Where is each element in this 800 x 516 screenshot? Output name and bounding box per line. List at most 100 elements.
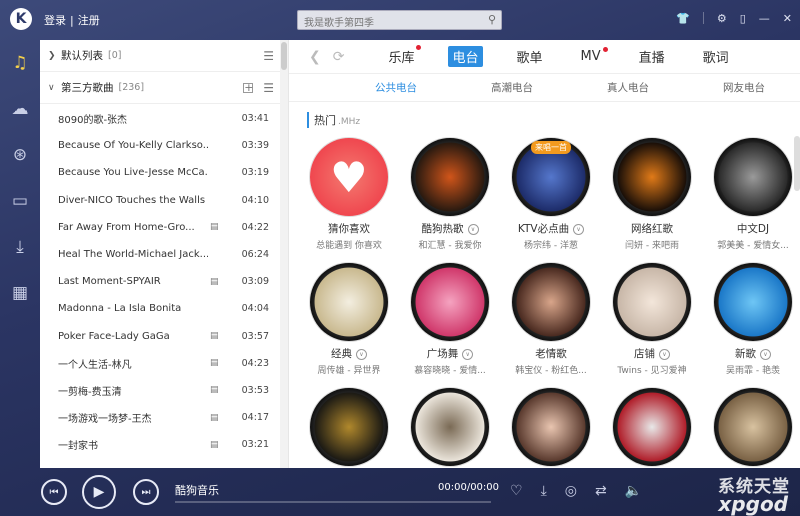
- playlist-scrollbar[interactable]: [280, 40, 288, 468]
- play-icon[interactable]: ▶: [82, 475, 116, 509]
- station-card[interactable]: 来唱一首 KTV必点曲 ∨ 杨宗纬 - 洋葱: [505, 138, 597, 251]
- third-party-header[interactable]: ∨ 第三方歌曲 [236] + ☰: [40, 72, 288, 104]
- station-card[interactable]: 经典 ∨ 周传雄 - 异世界: [303, 263, 395, 376]
- tab-5[interactable]: 歌词: [699, 46, 733, 67]
- song-row[interactable]: Diver-NICO Touches the Walls 04:10: [40, 187, 281, 214]
- subtab-0[interactable]: 公共电台: [375, 80, 417, 95]
- song-row[interactable]: Poker Face-Lady GaGa ▤ 03:57: [40, 323, 281, 350]
- tab-1[interactable]: 电台: [448, 46, 483, 67]
- station-card[interactable]: ♥ 猜你喜欢 总能遇到 你喜欢: [303, 138, 395, 251]
- station-cover[interactable]: [512, 388, 590, 466]
- station-card[interactable]: 店铺 ∨ Twins - 见习爱神: [606, 263, 698, 376]
- mv-film-icon[interactable]: ▤: [210, 385, 224, 395]
- song-row[interactable]: 8090的歌-张杰 03:41: [40, 105, 281, 132]
- station-card[interactable]: [404, 388, 496, 466]
- tab-2[interactable]: 歌单: [513, 46, 547, 67]
- scrollbar-thumb[interactable]: [281, 42, 287, 70]
- subtab-2[interactable]: 真人电台: [607, 80, 649, 95]
- station-cover[interactable]: [613, 263, 691, 341]
- chevron-down-icon[interactable]: ∨: [760, 348, 771, 360]
- register-link[interactable]: 注册: [78, 14, 100, 27]
- kugou-logo-icon[interactable]: K: [10, 8, 32, 30]
- song-row[interactable]: 一场游戏一场梦-王杰 ▤ 04:17: [40, 404, 281, 431]
- mini-mode-icon[interactable]: ▯: [740, 12, 746, 25]
- next-icon[interactable]: ⏭: [133, 479, 159, 505]
- chevron-down-icon[interactable]: ∨: [48, 83, 58, 93]
- station-card[interactable]: [707, 388, 799, 466]
- station-card[interactable]: [606, 388, 698, 466]
- station-card[interactable]: 新歌 ∨ 吴雨霏 - 艳羡: [707, 263, 799, 376]
- station-cover[interactable]: [310, 388, 388, 466]
- back-icon[interactable]: ❮: [309, 49, 321, 65]
- station-card[interactable]: 广场舞 ∨ 慕容晓晓 - 爱情...: [404, 263, 496, 376]
- minimize-icon[interactable]: —: [759, 12, 770, 25]
- station-card[interactable]: 酷狗热歌 ∨ 和汇慧 - 我爱你: [404, 138, 496, 251]
- station-cover[interactable]: [411, 138, 489, 216]
- chevron-down-icon[interactable]: ∨: [659, 348, 670, 360]
- song-row[interactable]: 一剪梅-费玉清 ▤ 03:53: [40, 377, 281, 404]
- song-row[interactable]: Far Away From Home-Gro... ▤ 04:22: [40, 214, 281, 241]
- refresh-icon[interactable]: ⟳: [333, 49, 345, 65]
- cloud-icon[interactable]: ☁: [0, 86, 40, 132]
- sound-effect-icon[interactable]: ◎: [565, 483, 577, 499]
- chevron-right-icon[interactable]: ❯: [48, 51, 58, 61]
- chevron-down-icon[interactable]: ∨: [467, 223, 479, 235]
- station-card[interactable]: [505, 388, 597, 466]
- download-icon[interactable]: ⤓: [541, 483, 547, 499]
- search-input[interactable]: [298, 14, 478, 33]
- chevron-down-icon[interactable]: ∨: [462, 348, 474, 360]
- tab-0[interactable]: 乐库: [384, 45, 422, 67]
- download-icon[interactable]: ⤓: [0, 224, 40, 270]
- default-list-header[interactable]: ❯ 默认列表 [0] ☰: [40, 40, 288, 72]
- volume-icon[interactable]: 🔈: [625, 483, 642, 499]
- radio-antenna-icon[interactable]: ⊛: [0, 132, 40, 178]
- station-cover[interactable]: [714, 263, 792, 341]
- loop-mode-icon[interactable]: ⇄: [595, 483, 607, 499]
- menu-icon[interactable]: ☰: [263, 81, 274, 95]
- song-row[interactable]: Last Moment-SPYAIR ▤ 03:09: [40, 268, 281, 295]
- mv-film-icon[interactable]: ▤: [210, 222, 224, 232]
- device-icon[interactable]: ▭: [0, 178, 40, 224]
- station-cover[interactable]: [714, 138, 792, 216]
- song-row[interactable]: Madonna - La Isla Bonita 04:04: [40, 295, 281, 322]
- station-card[interactable]: 中文DJ 郭美美 - 爱情女...: [707, 138, 799, 251]
- mv-film-icon[interactable]: ▤: [210, 440, 224, 450]
- heart-disc-icon[interactable]: ♥: [310, 138, 388, 216]
- settings-gear-icon[interactable]: ⚙: [717, 12, 727, 25]
- station-card[interactable]: 网络红歌 闫妍 - 来吧雨: [606, 138, 698, 251]
- station-cover[interactable]: [310, 263, 388, 341]
- tab-3[interactable]: MV: [577, 47, 608, 65]
- song-row[interactable]: Because You Live-Jesse McCa... 03:19: [40, 159, 281, 186]
- station-card[interactable]: 老情歌 韩宝仪 - 粉红色...: [505, 263, 597, 376]
- subtab-3[interactable]: 网友电台: [723, 80, 765, 95]
- heart-icon[interactable]: ♡: [510, 483, 523, 499]
- station-cover[interactable]: [613, 138, 691, 216]
- login-link[interactable]: 登录: [44, 14, 66, 27]
- previous-icon[interactable]: ⏮: [41, 479, 67, 505]
- menu-icon[interactable]: ☰: [263, 49, 274, 63]
- station-cover[interactable]: [512, 263, 590, 341]
- chevron-down-icon[interactable]: ∨: [356, 348, 367, 360]
- mv-film-icon[interactable]: ▤: [210, 331, 224, 341]
- apps-grid-icon[interactable]: ▦: [0, 270, 40, 316]
- search-icon[interactable]: ⚲: [488, 13, 496, 26]
- tab-4[interactable]: 直播: [635, 46, 669, 67]
- music-note-icon[interactable]: ♫: [0, 40, 40, 86]
- station-cover[interactable]: [411, 388, 489, 466]
- station-cover[interactable]: [613, 388, 691, 466]
- station-card[interactable]: [303, 388, 395, 466]
- subtab-1[interactable]: 高潮电台: [491, 80, 533, 95]
- progress-bar[interactable]: [175, 501, 491, 503]
- skin-shirt-icon[interactable]: 👕: [676, 12, 690, 25]
- mv-film-icon[interactable]: ▤: [210, 413, 224, 423]
- song-row[interactable]: 一个人生活-林凡 ▤ 04:23: [40, 350, 281, 377]
- chevron-down-icon[interactable]: ∨: [573, 223, 585, 235]
- station-cover[interactable]: [714, 388, 792, 466]
- close-icon[interactable]: ✕: [783, 12, 792, 25]
- song-row[interactable]: Heal The World-Michael Jack... 06:24: [40, 241, 281, 268]
- main-scrollbar[interactable]: [794, 136, 800, 191]
- song-row[interactable]: 一封家书 ▤ 03:21: [40, 431, 281, 458]
- add-icon[interactable]: +: [243, 82, 253, 93]
- mv-film-icon[interactable]: ▤: [210, 358, 224, 368]
- station-cover[interactable]: [411, 263, 489, 341]
